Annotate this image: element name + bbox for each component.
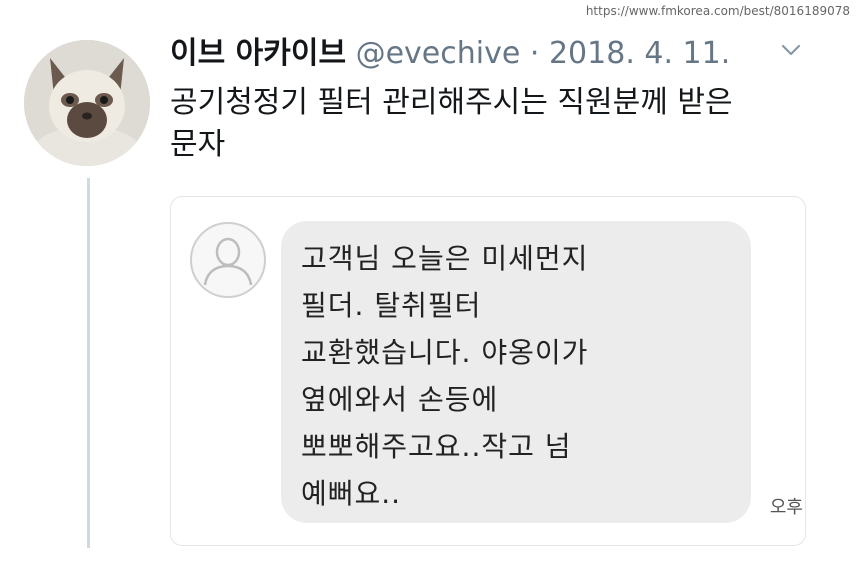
message-line: 옆에와서 손등에 bbox=[301, 383, 499, 416]
message-line: 필더. 탈취필터 bbox=[301, 289, 482, 322]
tweet-text: 공기청정기 필터 관리해주시는 직원분께 받은 문자 bbox=[170, 82, 820, 166]
tweet-text-line: 공기청정기 필터 관리해주시는 직원분께 받은 bbox=[170, 85, 733, 120]
thread-connector-line bbox=[87, 178, 90, 548]
tweet-header: 이브 아카이브 @evechive · 2018. 4. 11. bbox=[170, 34, 730, 74]
user-handle[interactable]: @evechive bbox=[356, 36, 521, 71]
contact-person-icon bbox=[190, 222, 266, 298]
tweet-date[interactable]: 2018. 4. 11. bbox=[549, 36, 730, 71]
attached-screenshot[interactable]: 고객님 오늘은 미세먼지 필더. 탈취필터 교환했습니다. 야옹이가 옆에와서 … bbox=[170, 196, 806, 546]
message-time: 오후 bbox=[769, 497, 803, 518]
message-line: 고객님 오늘은 미세먼지 bbox=[301, 242, 589, 275]
header-separator: · bbox=[529, 36, 540, 71]
message-line: 교환했습니다. 야옹이가 bbox=[301, 336, 589, 369]
message-line: 뽀뽀해주고요..작고 넘 bbox=[301, 430, 572, 463]
message-bubble: 고객님 오늘은 미세먼지 필더. 탈취필터 교환했습니다. 야옹이가 옆에와서 … bbox=[281, 221, 751, 523]
message-line: 예뻐요.. bbox=[301, 477, 402, 510]
display-name[interactable]: 이브 아카이브 bbox=[170, 36, 346, 71]
source-url-watermark: https://www.fmkorea.com/best/8016189078 bbox=[583, 4, 852, 18]
cat-avatar-icon bbox=[24, 40, 150, 166]
tweet-text-line: 문자 bbox=[170, 127, 226, 162]
user-avatar[interactable] bbox=[24, 40, 150, 166]
chevron-down-icon[interactable] bbox=[780, 42, 802, 58]
